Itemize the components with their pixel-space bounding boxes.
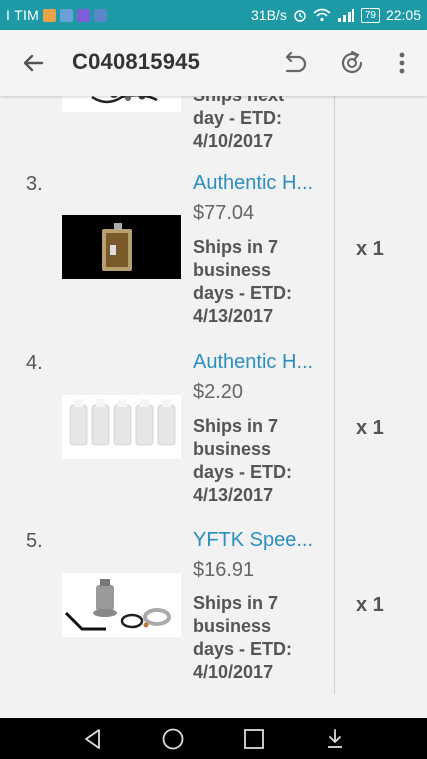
ship-line: business (193, 439, 272, 459)
mail-notification-icon (94, 8, 108, 22)
shipping-info: Ships in 7 business days - ETD: 4/10/201… (193, 592, 323, 684)
more-vert-icon[interactable] (386, 47, 418, 79)
app-notification-icon (77, 8, 91, 22)
list-item[interactable]: 4. Authentic H... $2.20 Ships in 7 busin… (0, 338, 427, 518)
ship-line: 4/13/2017 (193, 485, 274, 505)
column-divider (334, 96, 335, 158)
page-title: C040815945 (72, 49, 201, 74)
undo-icon[interactable] (278, 47, 310, 79)
column-divider (334, 518, 335, 694)
item-quantity: x 1 (356, 417, 384, 439)
ship-line: Ships next (193, 96, 323, 107)
system-nav-bar (0, 718, 427, 759)
alarm-icon (294, 10, 306, 22)
item-quantity: x 1 (356, 238, 384, 260)
ship-line: 4/13/2017 (193, 306, 274, 326)
nav-home-icon[interactable] (160, 726, 186, 752)
list-item[interactable]: 3. Authentic H... $77.04 . Ships in 7 bu… (0, 158, 427, 338)
product-thumbnail[interactable]: . (62, 215, 181, 279)
list-item[interactable]: 5. YFTK Spee... $16.91 Ships in 7 busine… (0, 518, 427, 694)
signal-icon (337, 9, 354, 22)
refresh-icon[interactable] (336, 47, 368, 79)
list-item[interactable]: Ships next day - ETD: 4/10/2017 (0, 96, 427, 158)
product-price: $2.20 (193, 381, 244, 403)
ship-line: day - ETD: (193, 108, 283, 128)
nav-recents-icon[interactable] (241, 726, 267, 752)
item-quantity: x 1 (356, 594, 384, 616)
clock: 22:05 (385, 7, 421, 23)
network-speed: 31B/s (251, 7, 287, 23)
order-items-list[interactable]: Ships next day - ETD: 4/10/2017 3. Authe… (0, 96, 427, 718)
product-name-link[interactable]: Authentic H... (193, 351, 313, 374)
ship-line: Ships in 7 (193, 416, 279, 436)
ship-line: 4/10/2017 (193, 662, 274, 682)
gallery-notification-icon (60, 8, 74, 22)
product-thumbnail[interactable] (62, 573, 181, 637)
app-toolbar: C040815945 (0, 30, 427, 96)
ship-line: days - ETD: (193, 283, 293, 303)
svg-text:.: . (142, 267, 143, 272)
wifi-icon (313, 8, 331, 22)
item-number: 5. (26, 530, 43, 552)
product-name-link[interactable]: Authentic H... (193, 172, 313, 195)
nav-notifications-icon[interactable] (322, 726, 348, 752)
photo-notification-icon (43, 8, 57, 22)
nav-back-icon[interactable] (80, 726, 106, 752)
product-thumbnail (62, 96, 181, 112)
ship-line: days - ETD: (193, 462, 293, 482)
column-divider (334, 338, 335, 518)
ship-line: Ships in 7 (193, 237, 279, 257)
column-divider (334, 158, 335, 338)
arrow-left-icon[interactable] (18, 48, 48, 78)
product-thumbnail[interactable] (62, 395, 181, 459)
product-price: $77.04 (193, 202, 255, 224)
product-name-link[interactable]: YFTK Spee... (193, 529, 313, 552)
ship-line: Ships in 7 (193, 593, 279, 613)
shipping-info: Ships next day - ETD: 4/10/2017 (193, 96, 323, 153)
shipping-info: Ships in 7 business days - ETD: 4/13/201… (193, 415, 323, 507)
ship-line: days - ETD: (193, 639, 293, 659)
ship-line: business (193, 260, 272, 280)
ship-line: business (193, 616, 272, 636)
item-number: 3. (26, 173, 43, 195)
product-price: $16.91 (193, 559, 255, 581)
carrier-label: I TIM (6, 7, 40, 23)
ship-line: 4/10/2017 (193, 131, 274, 151)
status-bar: I TIM 31B/s 79 22:05 (0, 0, 427, 30)
shipping-info: Ships in 7 business days - ETD: 4/13/201… (193, 236, 323, 328)
item-number: 4. (26, 352, 43, 374)
battery-icon: 79 (360, 7, 380, 23)
